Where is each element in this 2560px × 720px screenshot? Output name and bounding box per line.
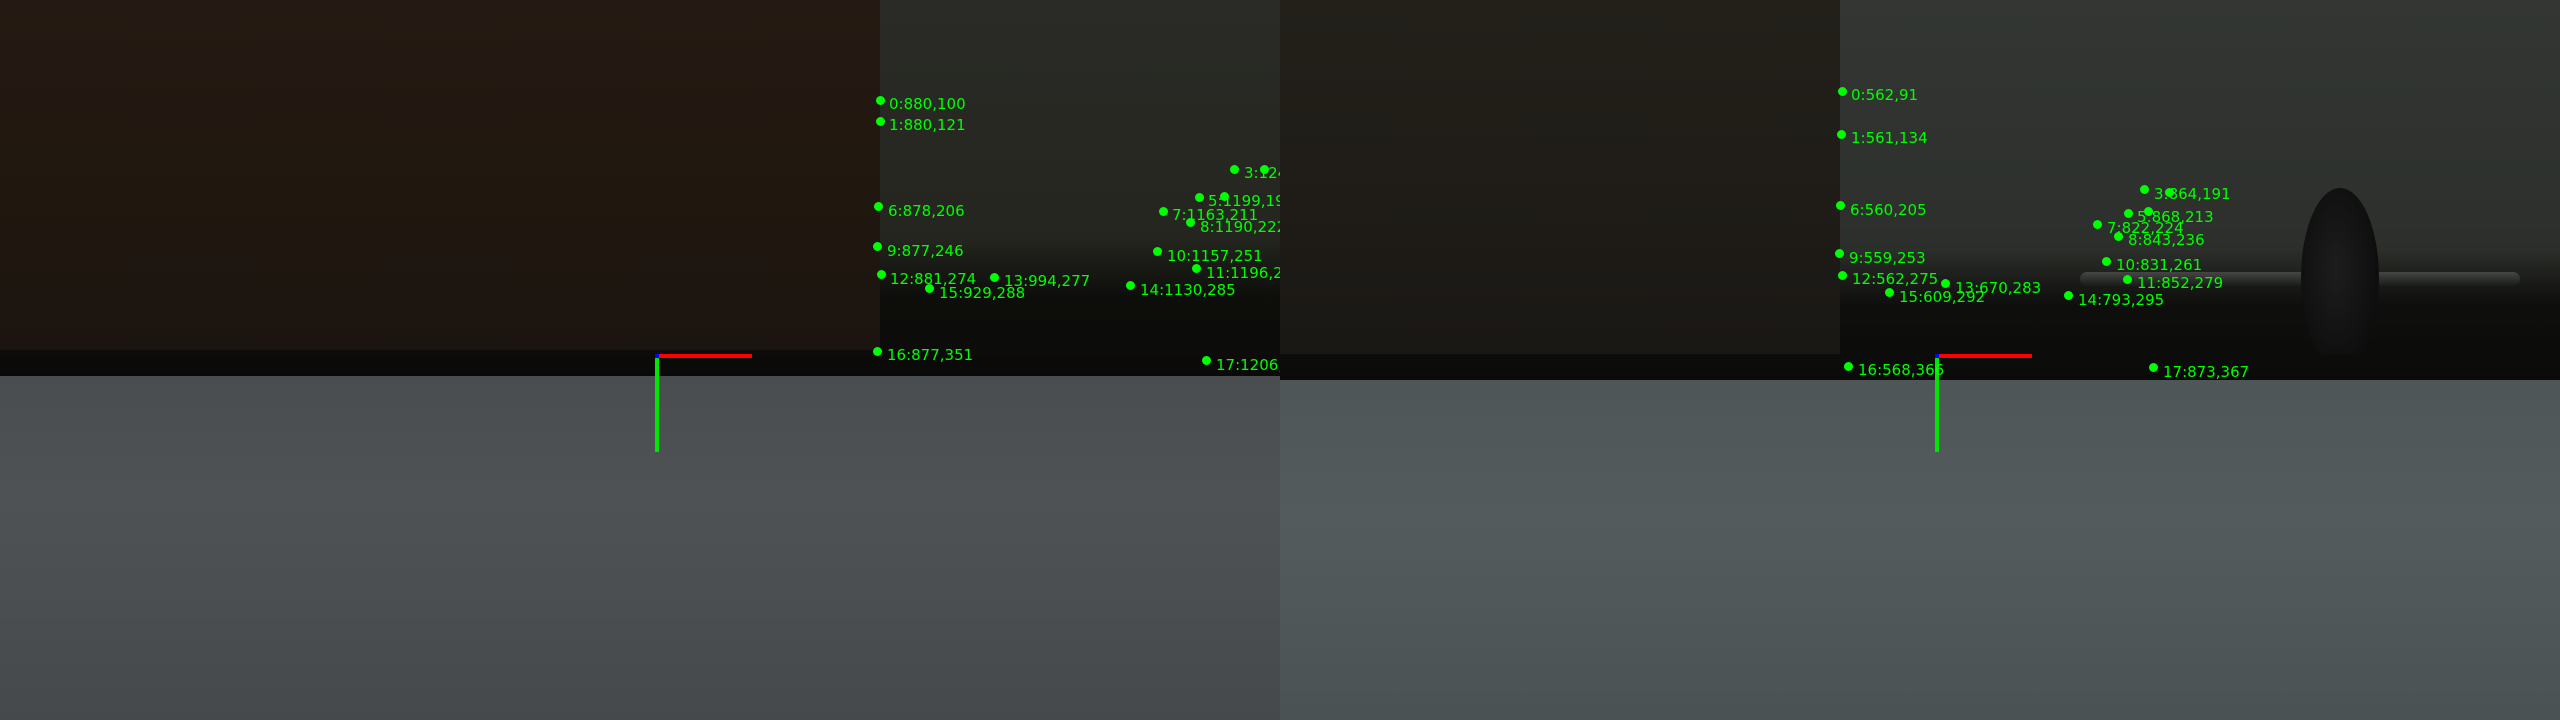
keypoint-label: 6:560,205: [1850, 201, 1927, 219]
keypoint-dot: [1159, 207, 1168, 216]
keypoint-dot: [876, 96, 885, 105]
keypoint-dot: [2093, 220, 2102, 229]
keypoint-dot: [1838, 87, 1847, 96]
left-camera-panel: 0:880,100 1:880,121 3:1241,169 6:878,206…: [0, 0, 1280, 720]
keypoint-dot: [1153, 247, 1162, 256]
keypoint-label: 11:1196,268: [1206, 264, 1280, 282]
keypoint-dot: [1885, 288, 1894, 297]
keypoint-label: 10:831,261: [2116, 256, 2203, 274]
keypoint-dot: [2114, 232, 2123, 241]
keypoint-label: 6:878,206: [888, 202, 965, 220]
keypoint-label: 8:1190,222: [1200, 218, 1280, 236]
keypoint-dot: [874, 202, 883, 211]
keypoint-dot: [990, 273, 999, 282]
keypoint-label: 11:852,279: [2137, 274, 2224, 292]
stereo-view: 0:880,100 1:880,121 3:1241,169 6:878,206…: [0, 0, 2560, 720]
keypoint-dot: [1195, 193, 1204, 202]
keypoint-dot: [2140, 185, 2149, 194]
keypoint-label: 16:568,366: [1858, 361, 1945, 379]
keypoint-label: 9:559,253: [1849, 249, 1926, 267]
keypoint-dot: [1186, 218, 1195, 227]
keypoint-dot: [2124, 209, 2133, 218]
axis-origin-marker: [1935, 354, 1939, 358]
keypoint-dot: [1941, 279, 1950, 288]
keypoint-dot: [1835, 249, 1844, 258]
keypoint-dot: [1837, 130, 1846, 139]
keypoint-dot: [1844, 362, 1853, 371]
dumbbell-plate: [2301, 188, 2379, 368]
left-scene: [0, 0, 1280, 720]
x-axis-marker: [1936, 354, 2032, 358]
keypoint-dot: [1126, 281, 1135, 290]
keypoint-dot: [1260, 165, 1269, 174]
keypoint-label: 1:561,134: [1851, 129, 1928, 147]
keypoint-label: 0:880,100: [889, 95, 966, 113]
x-axis-marker: [656, 354, 752, 358]
keypoint-dot: [2064, 291, 2073, 300]
keypoint-dot: [925, 284, 934, 293]
baseboard: [0, 350, 1280, 376]
keypoint-label: 12:562,275: [1852, 270, 1939, 288]
keypoint-dot: [877, 270, 886, 279]
keypoint-label: 17:1206,365: [1216, 356, 1280, 374]
keypoint-dot: [2149, 363, 2158, 372]
keypoint-dot: [1192, 264, 1201, 273]
keypoint-label: 3:864,191: [2154, 185, 2231, 203]
keypoint-dot: [873, 242, 882, 251]
keypoint-dot: [1230, 165, 1239, 174]
keypoint-label: 17:873,367: [2163, 363, 2250, 381]
keypoint-dot: [1838, 271, 1847, 280]
keypoint-label: 0:562,91: [1851, 86, 1919, 104]
keypoint-label: 8:843,236: [2128, 231, 2205, 249]
keypoint-label: 16:877,351: [887, 346, 974, 364]
brown-door-surface: [1280, 0, 1840, 372]
floor-surface: [0, 376, 1280, 720]
keypoint-dot: [1202, 356, 1211, 365]
keypoint-dot: [2102, 257, 2111, 266]
keypoint-label: 14:793,295: [2078, 291, 2165, 309]
axis-origin-marker: [655, 354, 659, 358]
brown-door-surface: [0, 0, 880, 368]
keypoint-label: 10:1157,251: [1167, 247, 1263, 265]
y-axis-marker: [655, 356, 659, 452]
floor-surface: [1280, 380, 2560, 720]
keypoint-label: 14:1130,285: [1140, 281, 1236, 299]
keypoint-label: 9:877,246: [887, 242, 964, 260]
keypoint-dot: [2123, 275, 2132, 284]
right-camera-panel: 0:562,91 1:561,134 3:864,191 6:560,205 5…: [1280, 0, 2560, 720]
keypoint-label: 15:929,288: [939, 284, 1026, 302]
keypoint-dot: [876, 117, 885, 126]
keypoint-label: 1:880,121: [889, 116, 966, 134]
keypoint-dot: [1836, 201, 1845, 210]
keypoint-dot: [873, 347, 882, 356]
right-scene: [1280, 0, 2560, 720]
keypoint-label: 15:609,292: [1899, 288, 1986, 306]
